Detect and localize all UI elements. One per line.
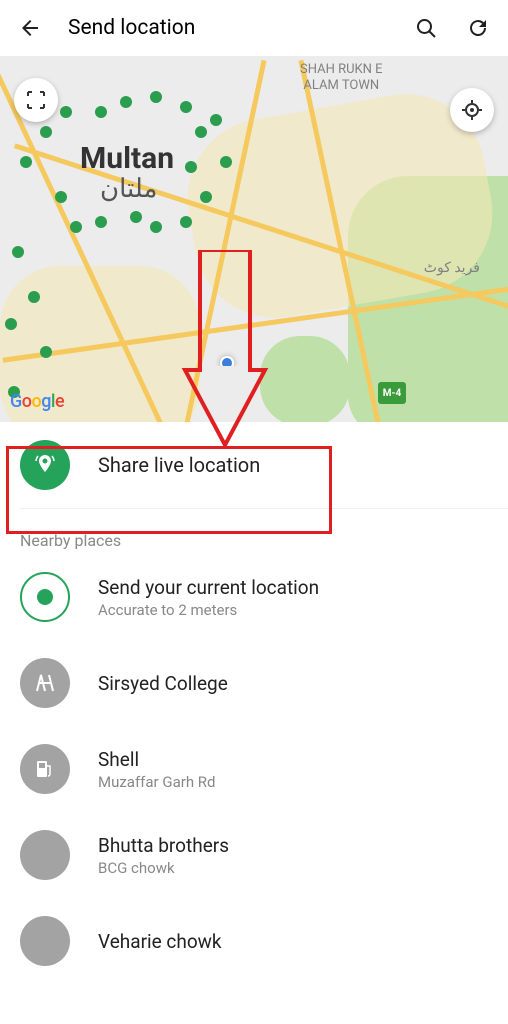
live-location-icon [20,440,70,490]
place-icon [20,830,70,880]
map-area-label: SHAH RUKN E ALAM TOWN [300,62,383,93]
nearby-place-item[interactable]: Bhutta brothers BCG chowk [0,812,508,898]
back-button[interactable] [16,14,44,42]
current-location-dot [220,356,234,370]
map[interactable]: Multan ملتان SHAH RUKN E ALAM TOWN فرید … [0,56,508,422]
place-icon [20,658,70,708]
header: Send location [0,0,508,56]
search-button[interactable] [412,14,440,42]
gas-station-icon [20,744,70,794]
my-location-button[interactable] [450,88,494,132]
fullscreen-button[interactable] [14,78,58,122]
target-icon [20,572,70,622]
place-icon [20,916,70,966]
nearby-place-item[interactable]: Sirsyed College [0,640,508,726]
map-area-label-2: فرید کوٹ [424,260,480,277]
map-city-label-local: ملتان [100,174,157,204]
page-title: Send location [68,16,412,40]
share-live-location-button[interactable]: Share live location [0,422,508,508]
nearby-places-label: Nearby places [0,509,508,554]
send-current-location-button[interactable]: Send your current location Accurate to 2… [0,554,508,640]
highway-shield: M-4 [378,382,406,404]
google-attribution: Google [10,391,64,412]
refresh-button[interactable] [464,14,492,42]
map-city-label: Multan [80,141,174,176]
nearby-place-item[interactable]: Veharie chowk [0,898,508,984]
nearby-place-item[interactable]: Shell Muzaffar Garh Rd [0,726,508,812]
